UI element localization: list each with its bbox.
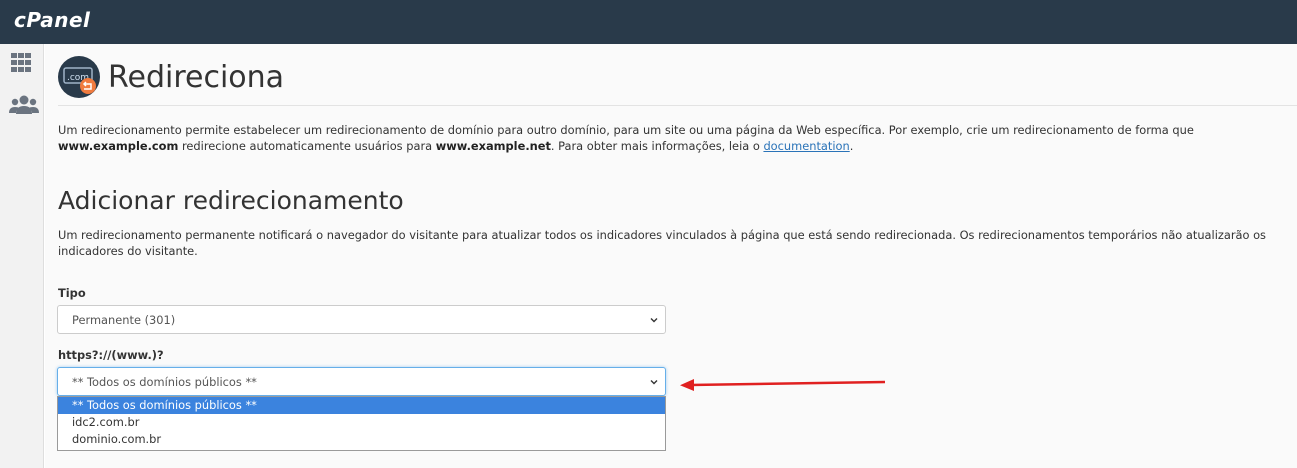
annotation-arrow-icon	[680, 379, 886, 391]
type-label: Tipo	[58, 286, 86, 300]
sidebar	[0, 44, 44, 468]
users-icon[interactable]	[9, 94, 39, 118]
cpanel-logo[interactable]: cPanel	[14, 8, 90, 32]
intro-text-part-1: Um redirecionamento permite estabelecer …	[58, 123, 1194, 137]
intro-text: Um redirecionamento permite estabelecer …	[58, 122, 1258, 154]
type-select-value: Permanente (301)	[72, 313, 176, 327]
domain-option-dominio[interactable]: dominio.com.br	[58, 431, 665, 448]
domain-label: https?://(www.)?	[58, 348, 164, 362]
grid-icon[interactable]	[9, 52, 37, 76]
title-divider	[58, 105, 1297, 106]
intro-text-part-4: .	[849, 139, 854, 153]
documentation-link[interactable]: documentation	[763, 139, 849, 153]
intro-text-part-2: redirecione automaticamente usuários par…	[178, 139, 436, 153]
example-source-domain: www.example.com	[58, 139, 179, 153]
redirect-page-icon: .com	[58, 56, 100, 98]
domain-dropdown-list: ** Todos os domínios públicos ** idc2.co…	[57, 396, 666, 451]
top-bar: cPanel	[0, 0, 1297, 44]
page-title: Redireciona	[108, 60, 285, 95]
domain-option-idc2[interactable]: idc2.com.br	[58, 414, 665, 431]
domain-select[interactable]: ** Todos os domínios públicos **	[57, 367, 666, 396]
chevron-down-icon	[650, 318, 658, 323]
intro-text-part-3: . Para obter mais informações, leia o	[550, 139, 764, 153]
chevron-down-icon	[650, 380, 658, 385]
type-select[interactable]: Permanente (301)	[57, 305, 666, 334]
domain-select-value: ** Todos os domínios públicos **	[72, 375, 257, 389]
add-redirect-description: Um redirecionamento permanente notificar…	[58, 228, 1266, 258]
domain-option-all-public[interactable]: ** Todos os domínios públicos **	[58, 397, 665, 414]
add-redirect-heading: Adicionar redirecionamento	[58, 186, 404, 215]
example-target-domain: www.example.net	[435, 139, 551, 153]
main-content: .com Redireciona Um redirecionamento per…	[45, 44, 1297, 468]
